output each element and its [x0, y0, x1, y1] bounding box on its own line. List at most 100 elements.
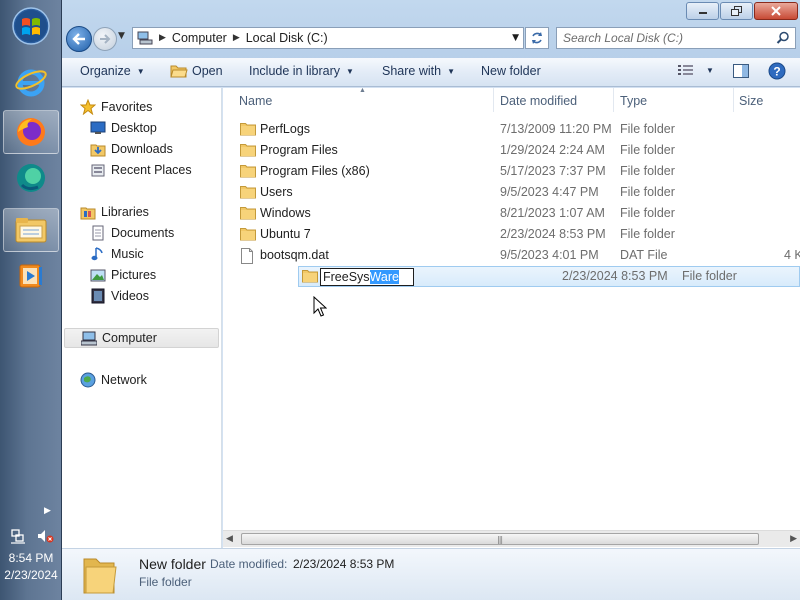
- column-date-modified[interactable]: Date modified: [500, 94, 577, 108]
- file-row[interactable]: Ubuntu 7 2/23/2024 8:53 PM File folder: [236, 224, 800, 245]
- file-type: File folder: [682, 269, 737, 283]
- nav-videos[interactable]: Videos: [90, 286, 149, 306]
- address-bar[interactable]: ▶ Computer ▶ Local Disk (C:) ▼: [132, 27, 524, 49]
- help-icon: ?: [768, 62, 786, 80]
- taskbar-firefox[interactable]: [3, 110, 59, 154]
- file-type: File folder: [620, 185, 675, 199]
- scroll-left-icon[interactable]: ◀: [226, 534, 233, 544]
- file-row[interactable]: PerfLogs 7/13/2009 11:20 PM File folder: [236, 119, 800, 140]
- edge-icon: [17, 164, 45, 192]
- details-item-name: New folder: [139, 556, 206, 572]
- pictures-icon: [90, 267, 106, 283]
- recent-pages-button[interactable]: ▼: [118, 31, 125, 41]
- file-date: 8/21/2023 1:07 AM: [500, 206, 605, 220]
- preview-pane-button[interactable]: [733, 63, 749, 79]
- file-row[interactable]: bootsqm.dat 9/5/2023 4:01 PM DAT File 4 …: [236, 245, 800, 266]
- file-name: Users: [260, 185, 293, 199]
- internet-explorer-icon: [15, 69, 47, 97]
- rename-input[interactable]: FreeSys Ware: [320, 268, 414, 286]
- nav-favorites[interactable]: Favorites: [80, 97, 152, 117]
- svg-text:?: ?: [773, 65, 780, 79]
- taskbar-internet-explorer[interactable]: [3, 60, 59, 104]
- scrollbar-thumb[interactable]: |||: [241, 533, 759, 545]
- nav-music-label: Music: [111, 247, 144, 261]
- column-name[interactable]: Name: [239, 94, 272, 108]
- address-dropdown-icon[interactable]: ▼: [512, 33, 519, 43]
- file-row[interactable]: Windows 8/21/2023 1:07 AM File folder: [236, 203, 800, 224]
- forward-button[interactable]: [93, 27, 117, 51]
- search-box[interactable]: [556, 27, 796, 49]
- file-list: ▲ Name Date modified Type Size PerfLogs …: [223, 88, 800, 548]
- taskbar-windows-explorer[interactable]: [3, 208, 59, 252]
- show-hidden-icons-button[interactable]: ▶: [44, 506, 51, 516]
- column-divider[interactable]: [493, 88, 494, 112]
- details-date-label: Date modified:: [210, 557, 288, 571]
- new-folder-button[interactable]: New folder: [481, 64, 541, 78]
- nav-recent-places[interactable]: Recent Places: [90, 160, 192, 180]
- network-icon[interactable]: [10, 528, 26, 544]
- new-folder-label: New folder: [481, 64, 541, 78]
- back-button[interactable]: [66, 26, 92, 52]
- nav-music[interactable]: Music: [90, 244, 144, 264]
- restore-button[interactable]: [720, 2, 753, 20]
- column-divider[interactable]: [613, 88, 614, 112]
- nav-downloads[interactable]: Downloads: [90, 139, 173, 159]
- computer-icon: [81, 330, 97, 346]
- close-icon: [771, 6, 781, 16]
- nav-favorites-label: Favorites: [101, 100, 153, 114]
- nav-libraries[interactable]: Libraries: [80, 202, 149, 222]
- nav-network[interactable]: Network: [80, 370, 147, 390]
- search-input[interactable]: [557, 28, 767, 48]
- open-button[interactable]: Open: [170, 64, 223, 78]
- breadcrumb-local-disk[interactable]: Local Disk (C:): [246, 31, 328, 45]
- volume-muted-icon[interactable]: [36, 528, 54, 544]
- column-headers: ▲ Name Date modified Type Size: [223, 88, 800, 112]
- file-row[interactable]: Users 9/5/2023 4:47 PM File folder: [236, 182, 800, 203]
- breadcrumb-separator-icon[interactable]: ▶: [233, 33, 240, 43]
- file-row-selected[interactable]: FreeSys Ware 2/23/2024 8:53 PM File folde…: [298, 266, 800, 287]
- documents-icon: [90, 225, 106, 241]
- file-row[interactable]: Program Files (x86) 5/17/2023 7:37 PM Fi…: [236, 161, 800, 182]
- system-clock[interactable]: 8:54 PM 2/23/2024: [0, 550, 62, 584]
- column-type[interactable]: Type: [620, 94, 647, 108]
- folder-icon: [240, 227, 256, 244]
- file-type: File folder: [620, 143, 675, 157]
- file-row[interactable]: Program Files 1/29/2024 2:24 AM File fol…: [236, 140, 800, 161]
- details-pane: New folder Date modified: 2/23/2024 8:53…: [62, 548, 800, 600]
- organize-button[interactable]: Organize ▼: [80, 64, 145, 78]
- column-size[interactable]: Size: [739, 94, 763, 108]
- help-button[interactable]: ?: [768, 62, 786, 80]
- breadcrumb-computer[interactable]: Computer: [172, 31, 227, 45]
- rename-text-selected: Ware: [369, 270, 399, 284]
- file-icon: [240, 248, 254, 267]
- share-with-button[interactable]: Share with ▼: [382, 64, 455, 78]
- taskbar-edge[interactable]: [3, 156, 59, 200]
- nav-computer[interactable]: Computer: [64, 328, 219, 348]
- column-divider[interactable]: [733, 88, 734, 112]
- nav-documents[interactable]: Documents: [90, 223, 174, 243]
- file-type: DAT File: [620, 248, 668, 262]
- sort-ascending-icon: ▲: [359, 88, 366, 94]
- search-icon[interactable]: [776, 31, 790, 45]
- file-name: PerfLogs: [260, 122, 311, 136]
- close-button[interactable]: [754, 2, 798, 20]
- large-folder-icon: [83, 558, 117, 594]
- folder-icon: [240, 185, 256, 202]
- scroll-right-icon[interactable]: ▶: [790, 534, 797, 544]
- folder-icon: [240, 164, 256, 181]
- taskbar-media-player[interactable]: [3, 254, 59, 298]
- change-view-button[interactable]: ▼: [678, 64, 714, 76]
- breadcrumb-separator-icon[interactable]: ▶: [159, 33, 166, 43]
- horizontal-scrollbar[interactable]: ◀ ||| ▶: [223, 530, 800, 547]
- file-type: File folder: [620, 206, 675, 220]
- mouse-cursor-icon: [313, 296, 327, 317]
- nav-pictures[interactable]: Pictures: [90, 265, 156, 285]
- file-type: File folder: [620, 122, 675, 136]
- nav-desktop[interactable]: Desktop: [90, 118, 157, 138]
- start-button[interactable]: [3, 4, 59, 48]
- include-in-library-button[interactable]: Include in library ▼: [249, 64, 354, 78]
- downloads-icon: [90, 141, 106, 157]
- nav-videos-label: Videos: [111, 289, 149, 303]
- minimize-button[interactable]: [686, 2, 719, 20]
- refresh-button[interactable]: [525, 27, 549, 49]
